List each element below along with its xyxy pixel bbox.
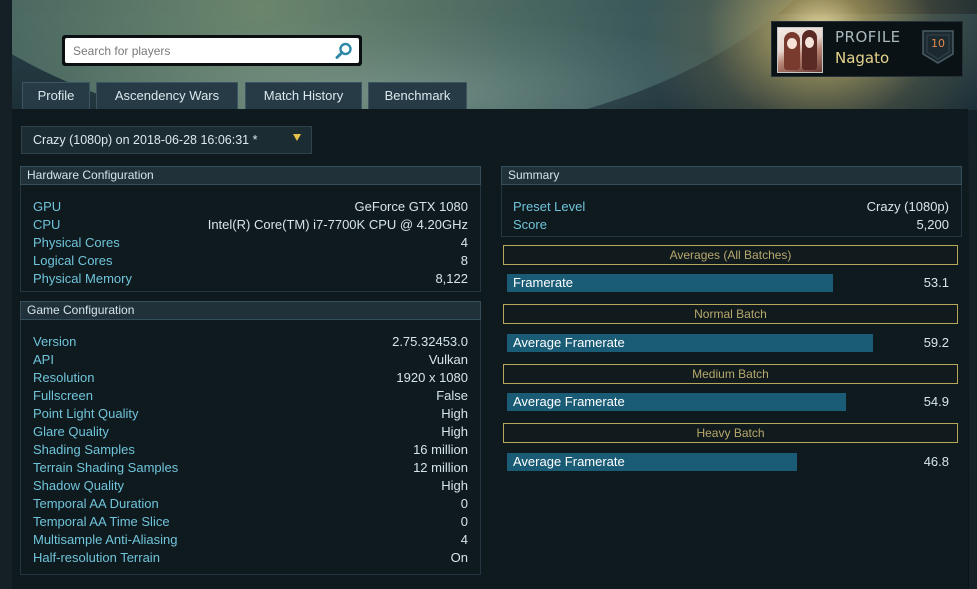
game-row-label: API	[33, 352, 54, 367]
game-row-label: Shading Samples	[33, 442, 135, 457]
player-level: 10	[931, 37, 945, 50]
game-row-label: Temporal AA Duration	[33, 496, 159, 511]
game-row-value: High	[441, 406, 468, 421]
hw-gpu-label: GPU	[33, 199, 62, 214]
hw-physical-cores-value: 4	[460, 235, 468, 250]
chevron-down-icon[interactable]	[293, 134, 301, 141]
game-row-label: Multisample Anti-Aliasing	[33, 532, 178, 547]
hw-logical-cores-value: 8	[460, 253, 468, 268]
normal-framerate-bar-label: Average Framerate	[513, 335, 625, 350]
hw-physical-memory-label: Physical Memory	[33, 271, 132, 286]
game-row-value: False	[436, 388, 468, 403]
game-row-label: Point Light Quality	[33, 406, 139, 421]
game-row-label: Resolution	[33, 370, 95, 385]
game-row-value: 0	[460, 496, 468, 511]
hw-physical-cores-label: Physical Cores	[33, 235, 120, 250]
game-row-value: 0	[460, 514, 468, 529]
player-search	[62, 35, 362, 66]
score-label: Score	[513, 217, 547, 232]
game-row-value: 12 million	[413, 460, 468, 475]
batch-header-averages: Averages (All Batches)	[503, 245, 958, 265]
game-row-label: Half-resolution Terrain	[33, 550, 160, 565]
framerate-bar-value: 53.1	[923, 275, 949, 290]
game-row-label: Shadow Quality	[33, 478, 125, 493]
avatar[interactable]	[777, 27, 823, 73]
game-row-value: Vulkan	[428, 352, 468, 367]
preset-level-label: Preset Level	[513, 199, 586, 214]
hw-cpu-value: Intel(R) Core(TM) i7-7700K CPU @ 4.20GHz	[207, 217, 468, 232]
game-row-value: 1920 x 1080	[396, 370, 468, 385]
profile-name[interactable]: Nagato	[835, 49, 889, 67]
game-row-value: On	[450, 550, 468, 565]
hw-logical-cores-label: Logical Cores	[33, 253, 113, 268]
game-row-label: Fullscreen	[33, 388, 93, 403]
game-row-value: 4	[460, 532, 468, 547]
game-row-label: Version	[33, 334, 77, 349]
game-row-value: 16 million	[413, 442, 468, 457]
batch-header-normal: Normal Batch	[503, 304, 958, 324]
hardware-section-title: Hardware Configuration	[20, 166, 481, 185]
score-value: 5,200	[916, 217, 949, 232]
profile-card[interactable]: PROFILE Nagato 10	[771, 21, 963, 77]
preset-level-value: Crazy (1080p)	[866, 199, 949, 214]
benchmark-run-dropdown[interactable]: Crazy (1080p) on 2018-06-28 16:06:31 *	[21, 126, 312, 154]
profile-label: PROFILE	[835, 28, 901, 46]
tab-match-history[interactable]: Match History	[245, 82, 362, 109]
game-row-value: 2.75.32453.0	[392, 334, 468, 349]
summary-section-title: Summary	[501, 166, 962, 185]
hw-physical-memory-value: 8,122	[435, 271, 468, 286]
batch-header-medium: Medium Batch	[503, 364, 958, 384]
tab-ascendency-wars[interactable]: Ascendency Wars	[96, 82, 238, 109]
game-row-value: High	[441, 424, 468, 439]
search-box	[65, 38, 359, 63]
framerate-bar-label: Framerate	[513, 275, 573, 290]
game-row-label: Glare Quality	[33, 424, 109, 439]
tab-profile[interactable]: Profile	[22, 82, 90, 109]
batch-header-heavy: Heavy Batch	[503, 423, 958, 443]
heavy-framerate-bar-value: 46.8	[923, 454, 949, 469]
medium-framerate-bar-value: 54.9	[923, 394, 949, 409]
hw-cpu-label: CPU	[33, 217, 61, 232]
game-row-value: High	[441, 478, 468, 493]
normal-framerate-bar-value: 59.2	[923, 335, 949, 350]
search-icon[interactable]	[335, 42, 353, 60]
game-row-label: Temporal AA Time Slice	[33, 514, 170, 529]
heavy-framerate-bar-label: Average Framerate	[513, 454, 625, 469]
game-row-label: Terrain Shading Samples	[33, 460, 179, 475]
search-input[interactable]	[65, 38, 333, 63]
hw-gpu-value: GeForce GTX 1080	[354, 199, 468, 214]
page-scrollbar[interactable]	[969, 110, 977, 589]
medium-framerate-bar-label: Average Framerate	[513, 394, 625, 409]
left-frame	[0, 0, 12, 589]
game-section-title: Game Configuration	[20, 301, 481, 320]
tab-benchmark[interactable]: Benchmark	[368, 82, 467, 109]
